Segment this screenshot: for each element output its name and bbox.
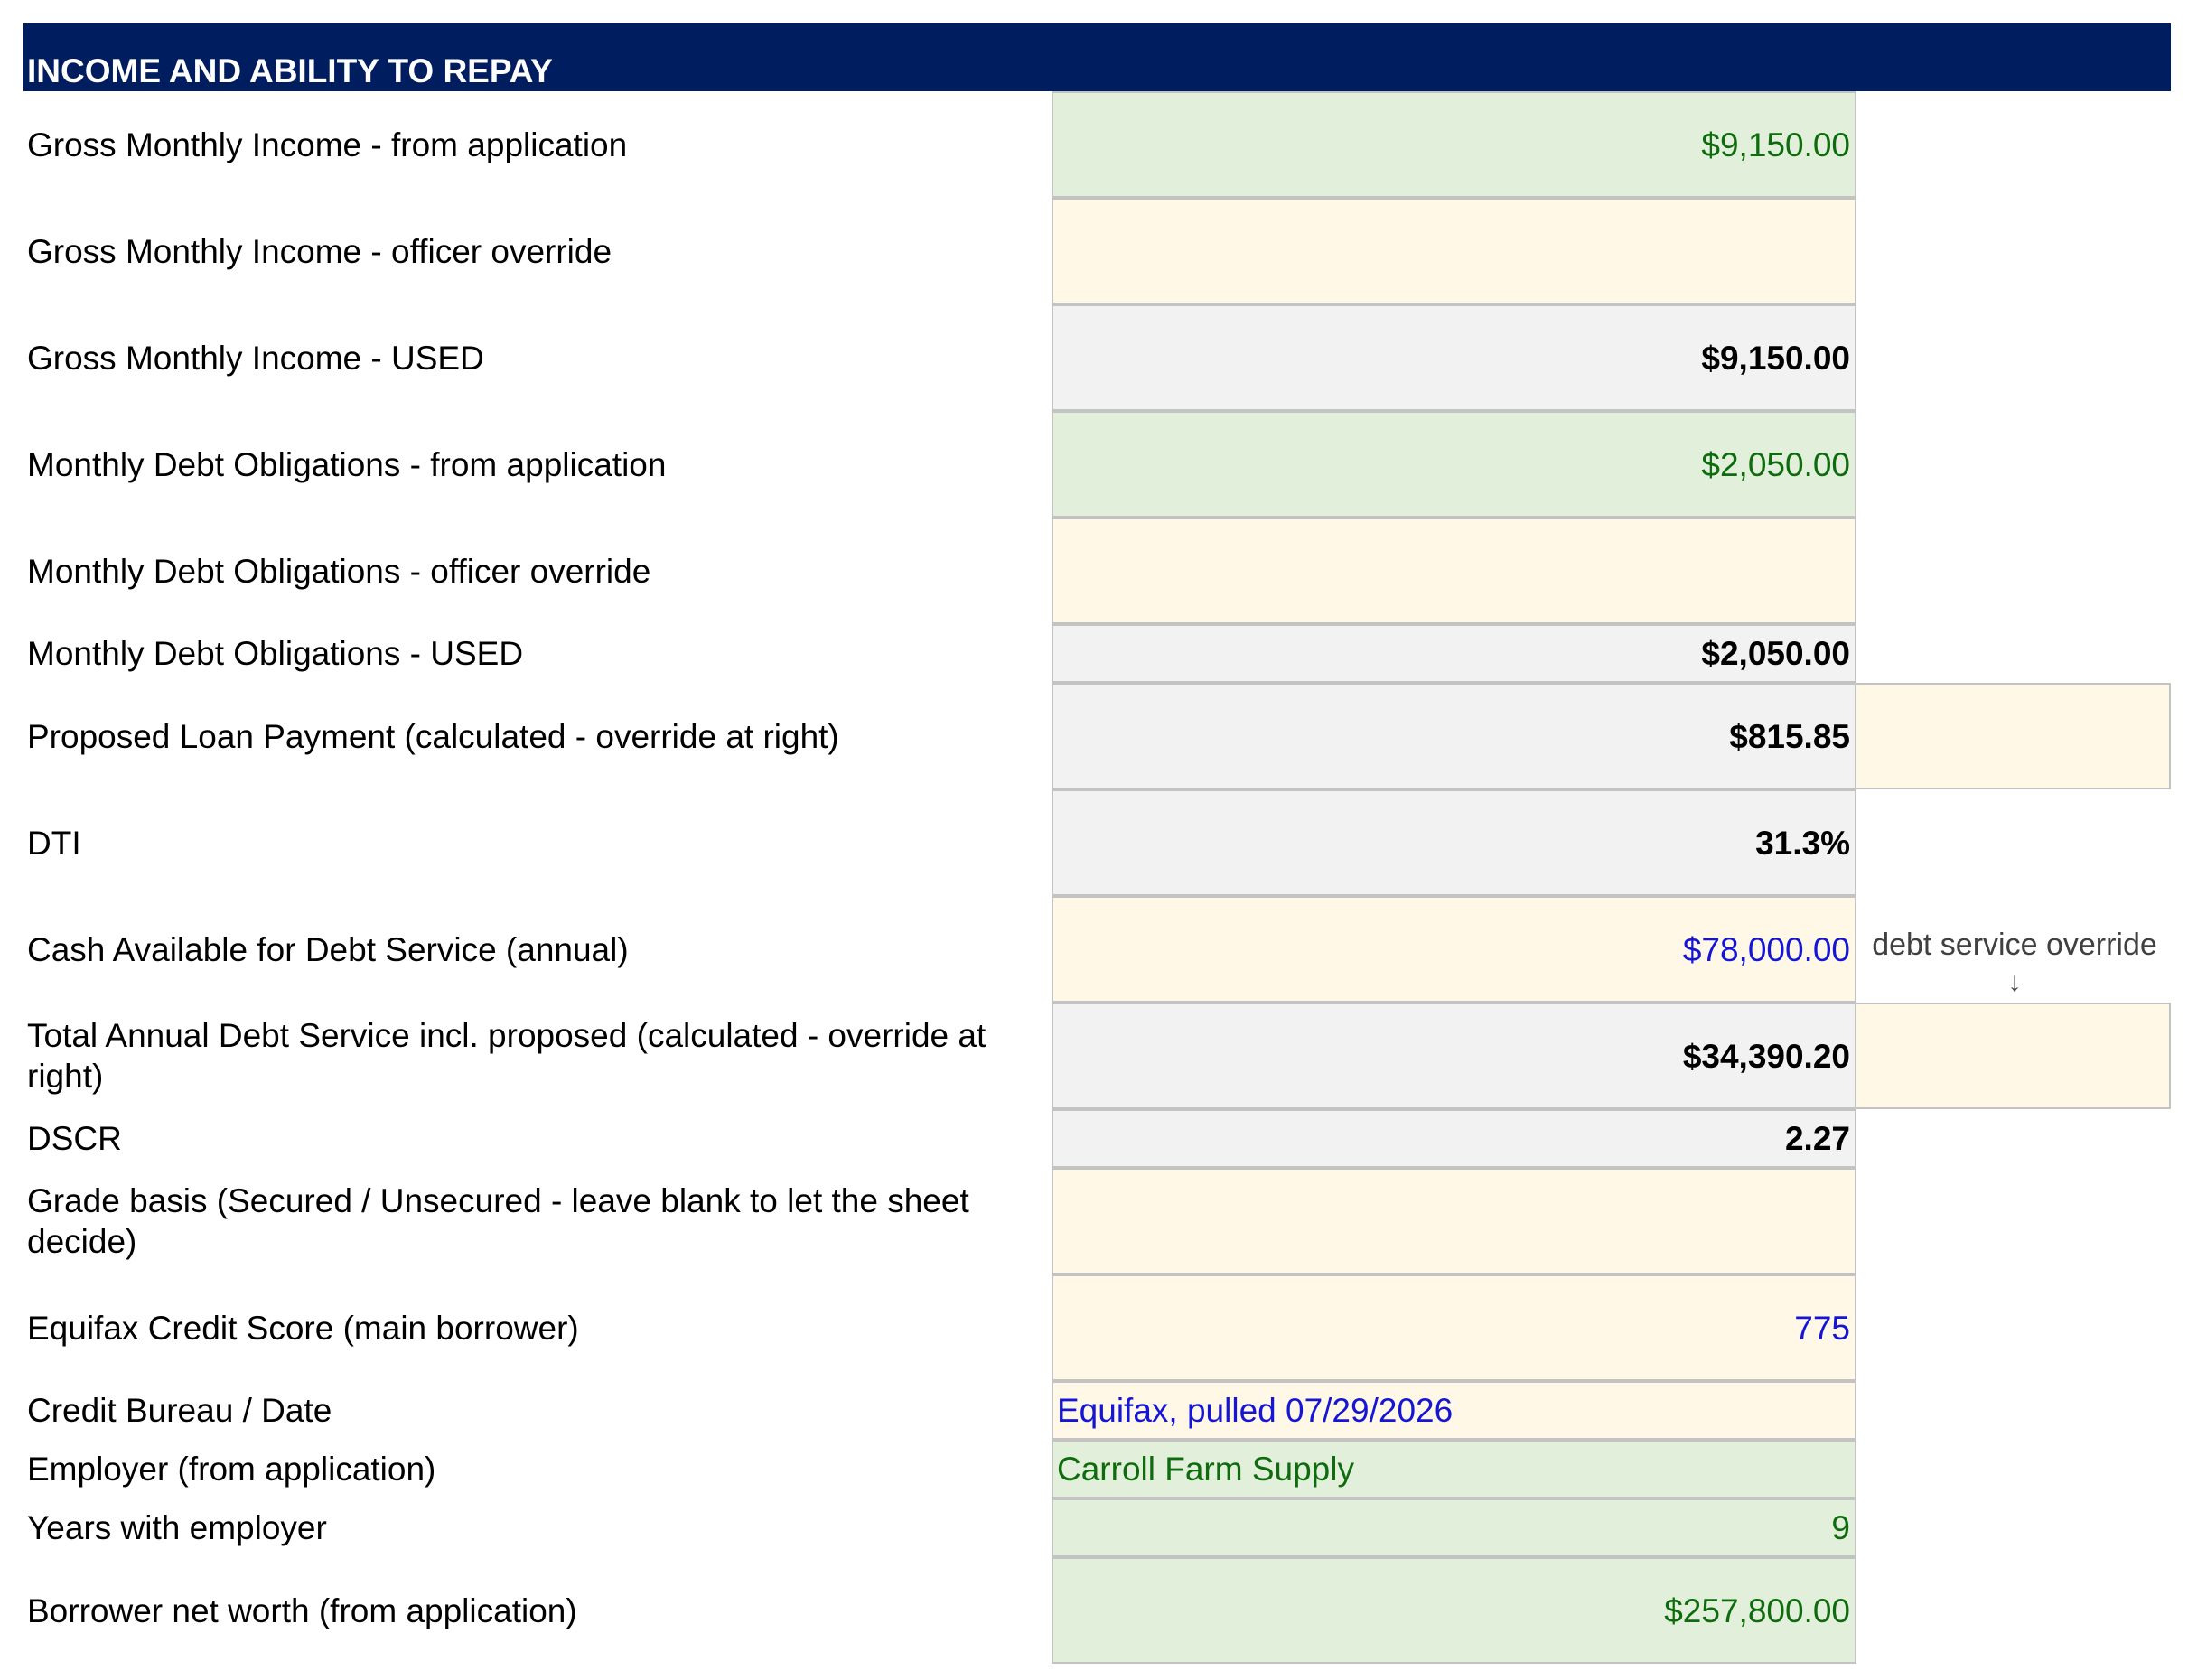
- cell-gross-monthly-income-used[interactable]: $9,150.00: [1052, 304, 1856, 411]
- label-dscr: DSCR: [27, 1120, 122, 1157]
- section-header: INCOME AND ABILITY TO REPAY: [23, 23, 2171, 91]
- total-annual-debt-service-override-cell[interactable]: [1855, 1003, 2171, 1109]
- cell-years-with-employer[interactable]: 9: [1052, 1498, 1856, 1557]
- label-monthly-debt-application: Monthly Debt Obligations - from applicat…: [27, 445, 667, 483]
- label-monthly-debt-override: Monthly Debt Obligations - officer overr…: [27, 552, 651, 590]
- cell-monthly-debt-application[interactable]: $2,050.00: [1052, 411, 1856, 518]
- cell-borrower-net-worth[interactable]: $257,800.00: [1052, 1557, 1856, 1664]
- cell-total-annual-debt-service[interactable]: $34,390.20: [1052, 1003, 1856, 1109]
- cell-dti[interactable]: 31.3%: [1052, 789, 1856, 896]
- section-title: INCOME AND ABILITY TO REPAY: [27, 52, 553, 89]
- label-grade-basis: Grade basis (Secured / Unsecured - leave…: [27, 1182, 969, 1260]
- label-total-annual-debt-service: Total Annual Debt Service incl. proposed…: [27, 1017, 986, 1095]
- label-equifax-credit-score: Equifax Credit Score (main borrower): [27, 1309, 579, 1347]
- cell-proposed-loan-payment[interactable]: $815.85: [1052, 683, 1856, 789]
- label-cash-available-debt-service: Cash Available for Debt Service (annual): [27, 930, 629, 968]
- cell-monthly-debt-used[interactable]: $2,050.00: [1052, 624, 1856, 683]
- label-gross-monthly-income-application: Gross Monthly Income - from application: [27, 126, 628, 163]
- label-credit-bureau-date: Credit Bureau / Date: [27, 1392, 332, 1429]
- cell-credit-bureau-date[interactable]: Equifax, pulled 07/29/2026: [1052, 1381, 1856, 1440]
- cell-gross-monthly-income-override[interactable]: [1052, 198, 1856, 304]
- cell-employer[interactable]: Carroll Farm Supply: [1052, 1440, 1856, 1498]
- down-arrow-icon: ↓: [2007, 967, 2022, 997]
- proposed-loan-payment-override-cell[interactable]: [1855, 683, 2171, 789]
- label-employer: Employer (from application): [27, 1451, 436, 1488]
- cell-gross-monthly-income-application[interactable]: $9,150.00: [1052, 91, 1856, 198]
- label-dti: DTI: [27, 824, 81, 862]
- label-gross-monthly-income-override: Gross Monthly Income - officer override: [27, 232, 612, 270]
- label-proposed-loan-payment: Proposed Loan Payment (calculated - over…: [27, 717, 839, 755]
- debt-service-override-note: debt service override: [1872, 928, 2157, 962]
- cell-cash-available-debt-service[interactable]: $78,000.00: [1052, 896, 1856, 1003]
- cell-equifax-credit-score[interactable]: 775: [1052, 1274, 1856, 1381]
- label-gross-monthly-income-used: Gross Monthly Income - USED: [27, 339, 484, 377]
- label-borrower-net-worth: Borrower net worth (from application): [27, 1591, 577, 1629]
- cell-grade-basis[interactable]: [1052, 1168, 1856, 1274]
- cell-monthly-debt-override[interactable]: [1052, 518, 1856, 624]
- cell-dscr[interactable]: 2.27: [1052, 1109, 1856, 1168]
- label-years-with-employer: Years with employer: [27, 1509, 327, 1546]
- label-monthly-debt-used: Monthly Debt Obligations - USED: [27, 635, 524, 672]
